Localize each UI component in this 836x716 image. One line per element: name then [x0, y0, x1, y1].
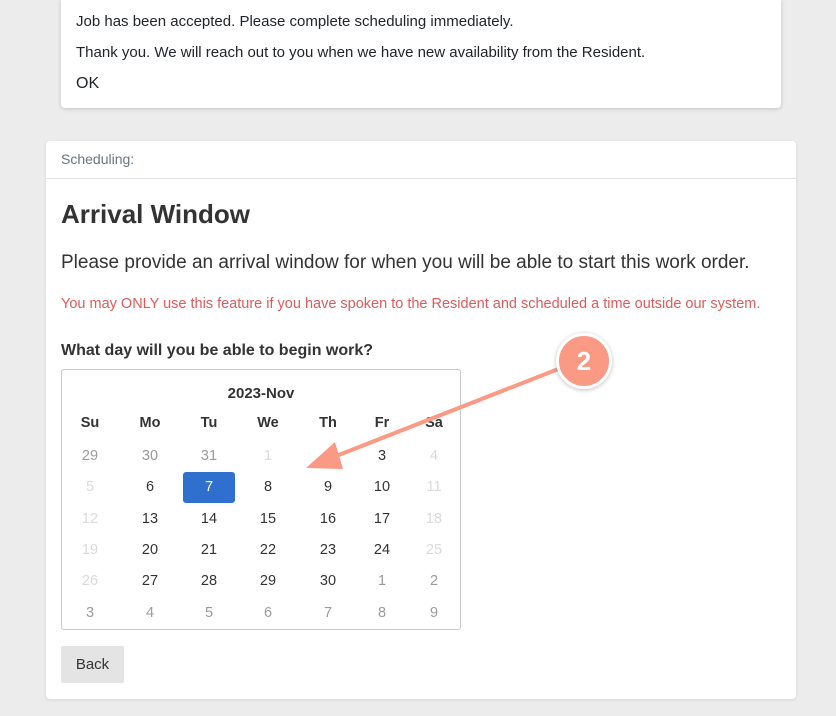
calendar-day: 11	[426, 479, 442, 495]
calendar-day[interactable]: 30	[302, 566, 354, 597]
calendar-day: 1	[263, 448, 273, 464]
begin-work-question: What day will you be able to begin work?	[61, 342, 374, 359]
calendar-day[interactable]: 7	[302, 598, 354, 629]
calendar-day[interactable]: 4	[124, 598, 176, 629]
calendar-day[interactable]: 9	[408, 598, 460, 629]
calendar-day: 26	[81, 573, 99, 589]
warning-text: You may ONLY use this feature if you hav…	[61, 296, 761, 312]
weekday-label: Tu	[200, 415, 218, 431]
back-button[interactable]: Back	[61, 646, 124, 683]
calendar-day[interactable]: 9	[302, 472, 354, 503]
calendar-day[interactable]: 31	[183, 441, 235, 472]
calendar-day[interactable]: 10	[356, 472, 408, 503]
calendar-day[interactable]: 3	[64, 598, 116, 629]
calendar-day: 5	[85, 479, 95, 495]
calendar-day[interactable]: 8	[242, 472, 294, 503]
confirmation-message-card: Job has been accepted. Please complete s…	[61, 0, 781, 108]
calendar-day[interactable]: 17	[356, 504, 408, 535]
calendar-day[interactable]: 15	[242, 504, 294, 535]
arrival-window-prompt: Please provide an arrival window for whe…	[61, 252, 750, 273]
calendar-day[interactable]: 1	[356, 566, 408, 597]
weekday-label: Fr	[374, 415, 390, 431]
step-number-badge: 2	[556, 333, 612, 389]
weekday-label: Th	[319, 415, 337, 431]
calendar-weekday-header: Su Mo Tu We Th Fr Sa	[62, 415, 460, 435]
date-picker-calendar: 2023-Nov Su Mo Tu We Th Fr Sa 29 30 31 1 2 3 4…	[61, 369, 461, 630]
calendar-day: 19	[81, 542, 99, 558]
calendar-day[interactable]: 28	[183, 566, 235, 597]
weekday-label: Mo	[139, 415, 161, 431]
calendar-day: 18	[425, 511, 443, 527]
calendar-day[interactable]: 30	[124, 441, 176, 472]
calendar-day[interactable]: 24	[356, 535, 408, 566]
calendar-day[interactable]: 13	[124, 504, 176, 535]
calendar-day[interactable]: 21	[183, 535, 235, 566]
calendar-day: 25	[425, 542, 443, 558]
calendar-day[interactable]: 16	[302, 504, 354, 535]
calendar-day[interactable]: 3	[356, 441, 408, 472]
accepted-message: Job has been accepted. Please complete s…	[76, 13, 514, 30]
weekday-label: Sa	[425, 415, 443, 431]
calendar-day: 4	[429, 448, 439, 464]
scheduling-card: Scheduling: Arrival Window Please provid…	[46, 141, 796, 699]
calendar-day[interactable]: 8	[356, 598, 408, 629]
weekday-label: Su	[80, 415, 100, 431]
page-title: Arrival Window	[61, 199, 251, 229]
scheduling-header: Scheduling:	[46, 141, 796, 179]
calendar-day-selected[interactable]: 7	[183, 472, 235, 503]
calendar-day[interactable]: 23	[302, 535, 354, 566]
calendar-day[interactable]: 29	[64, 441, 116, 472]
calendar-day[interactable]: 6	[124, 472, 176, 503]
thank-you-message: Thank you. We will reach out to you when…	[76, 44, 646, 61]
calendar-day: 2	[323, 448, 333, 464]
ok-link[interactable]: OK	[76, 75, 99, 93]
weekday-label: We	[257, 415, 279, 431]
calendar-day: 12	[81, 511, 99, 527]
calendar-day[interactable]: 14	[183, 504, 235, 535]
calendar-day[interactable]: 6	[242, 598, 294, 629]
calendar-day[interactable]: 27	[124, 566, 176, 597]
calendar-month-title: 2023-Nov	[227, 385, 295, 402]
calendar-day[interactable]: 20	[124, 535, 176, 566]
calendar-day[interactable]: 29	[242, 566, 294, 597]
calendar-day[interactable]: 5	[183, 598, 235, 629]
calendar-day[interactable]: 2	[408, 566, 460, 597]
calendar-day[interactable]: 22	[242, 535, 294, 566]
